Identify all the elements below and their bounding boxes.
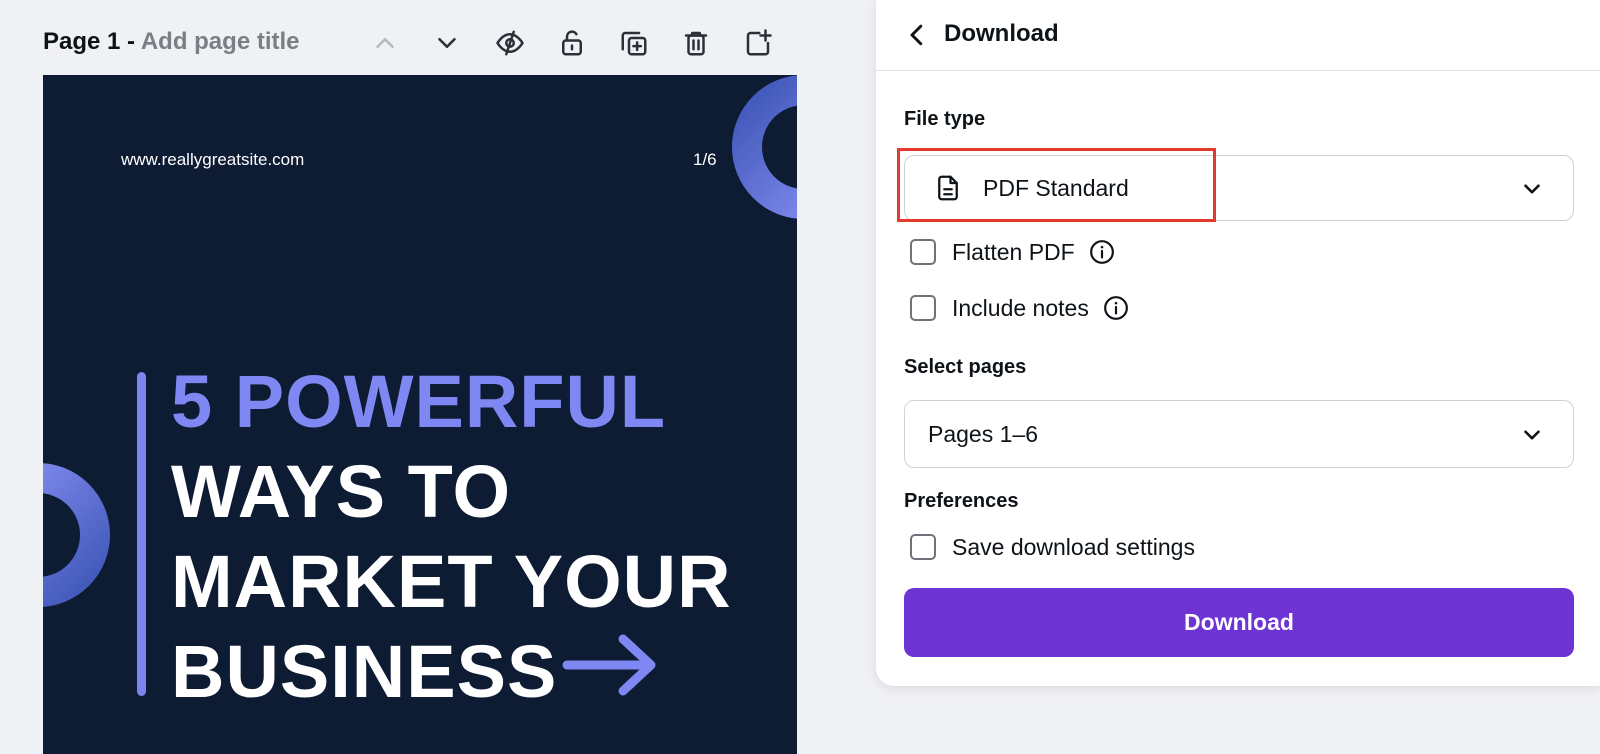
file-type-label: File type — [904, 108, 986, 130]
file-type-value: PDF Standard — [983, 174, 1129, 201]
page-number-label: Page 1 - — [43, 28, 141, 55]
accent-bar — [137, 372, 146, 696]
duplicate-icon[interactable] — [617, 26, 651, 60]
slide-website-text: www.reallygreatsite.com — [121, 150, 305, 169]
add-page-icon[interactable] — [741, 26, 775, 60]
save-settings-label: Save download settings — [952, 533, 1195, 560]
download-button[interactable]: Download — [904, 588, 1574, 657]
include-notes-option[interactable]: Include notes — [910, 292, 1129, 324]
headline-line-2: MARKET YOUR — [171, 540, 732, 623]
document-icon — [933, 173, 963, 203]
file-type-select[interactable]: PDF Standard — [904, 155, 1574, 221]
arrow-right-icon — [562, 634, 656, 696]
flatten-pdf-label: Flatten PDF — [952, 238, 1075, 265]
select-pages-label: Select pages — [904, 356, 1027, 378]
ring-shape-top — [732, 75, 797, 219]
chevron-down-icon — [1519, 176, 1545, 202]
include-notes-checkbox[interactable] — [910, 295, 936, 321]
save-settings-option[interactable]: Save download settings — [910, 531, 1195, 563]
include-notes-label: Include notes — [952, 294, 1089, 321]
save-settings-checkbox[interactable] — [910, 534, 936, 560]
panel-header: Download — [876, 0, 1600, 71]
flatten-pdf-checkbox[interactable] — [910, 239, 936, 265]
eye-slash-icon[interactable] — [493, 26, 527, 60]
download-panel: Download File type PDF Standard Flatten … — [876, 0, 1600, 686]
page-title-label: Page 1 - Add page title — [43, 28, 300, 56]
ring-shape-left — [43, 463, 110, 607]
design-canvas[interactable]: www.reallygreatsite.com 1/6 5 POWERFUL W… — [43, 75, 797, 754]
headline-accent-line: 5 POWERFUL — [171, 360, 667, 443]
page-title-input[interactable]: Add page title — [141, 28, 300, 55]
trash-icon[interactable] — [679, 26, 713, 60]
flatten-pdf-option[interactable]: Flatten PDF — [910, 236, 1115, 268]
select-pages-dropdown[interactable]: Pages 1–6 — [904, 400, 1574, 468]
back-chevron-icon[interactable] — [902, 20, 932, 50]
headline-line-1: WAYS TO — [171, 450, 512, 533]
unlock-icon[interactable] — [555, 26, 589, 60]
chevron-down-icon — [1519, 422, 1545, 448]
select-pages-value: Pages 1–6 — [928, 420, 1038, 447]
preferences-label: Preferences — [904, 490, 1019, 512]
info-icon[interactable] — [1103, 295, 1129, 321]
panel-title: Download — [944, 20, 1059, 47]
slide-page-indicator: 1/6 — [693, 150, 717, 169]
chevron-down-icon[interactable] — [430, 26, 464, 60]
info-icon[interactable] — [1089, 239, 1115, 265]
chevron-up-icon[interactable] — [368, 26, 402, 60]
